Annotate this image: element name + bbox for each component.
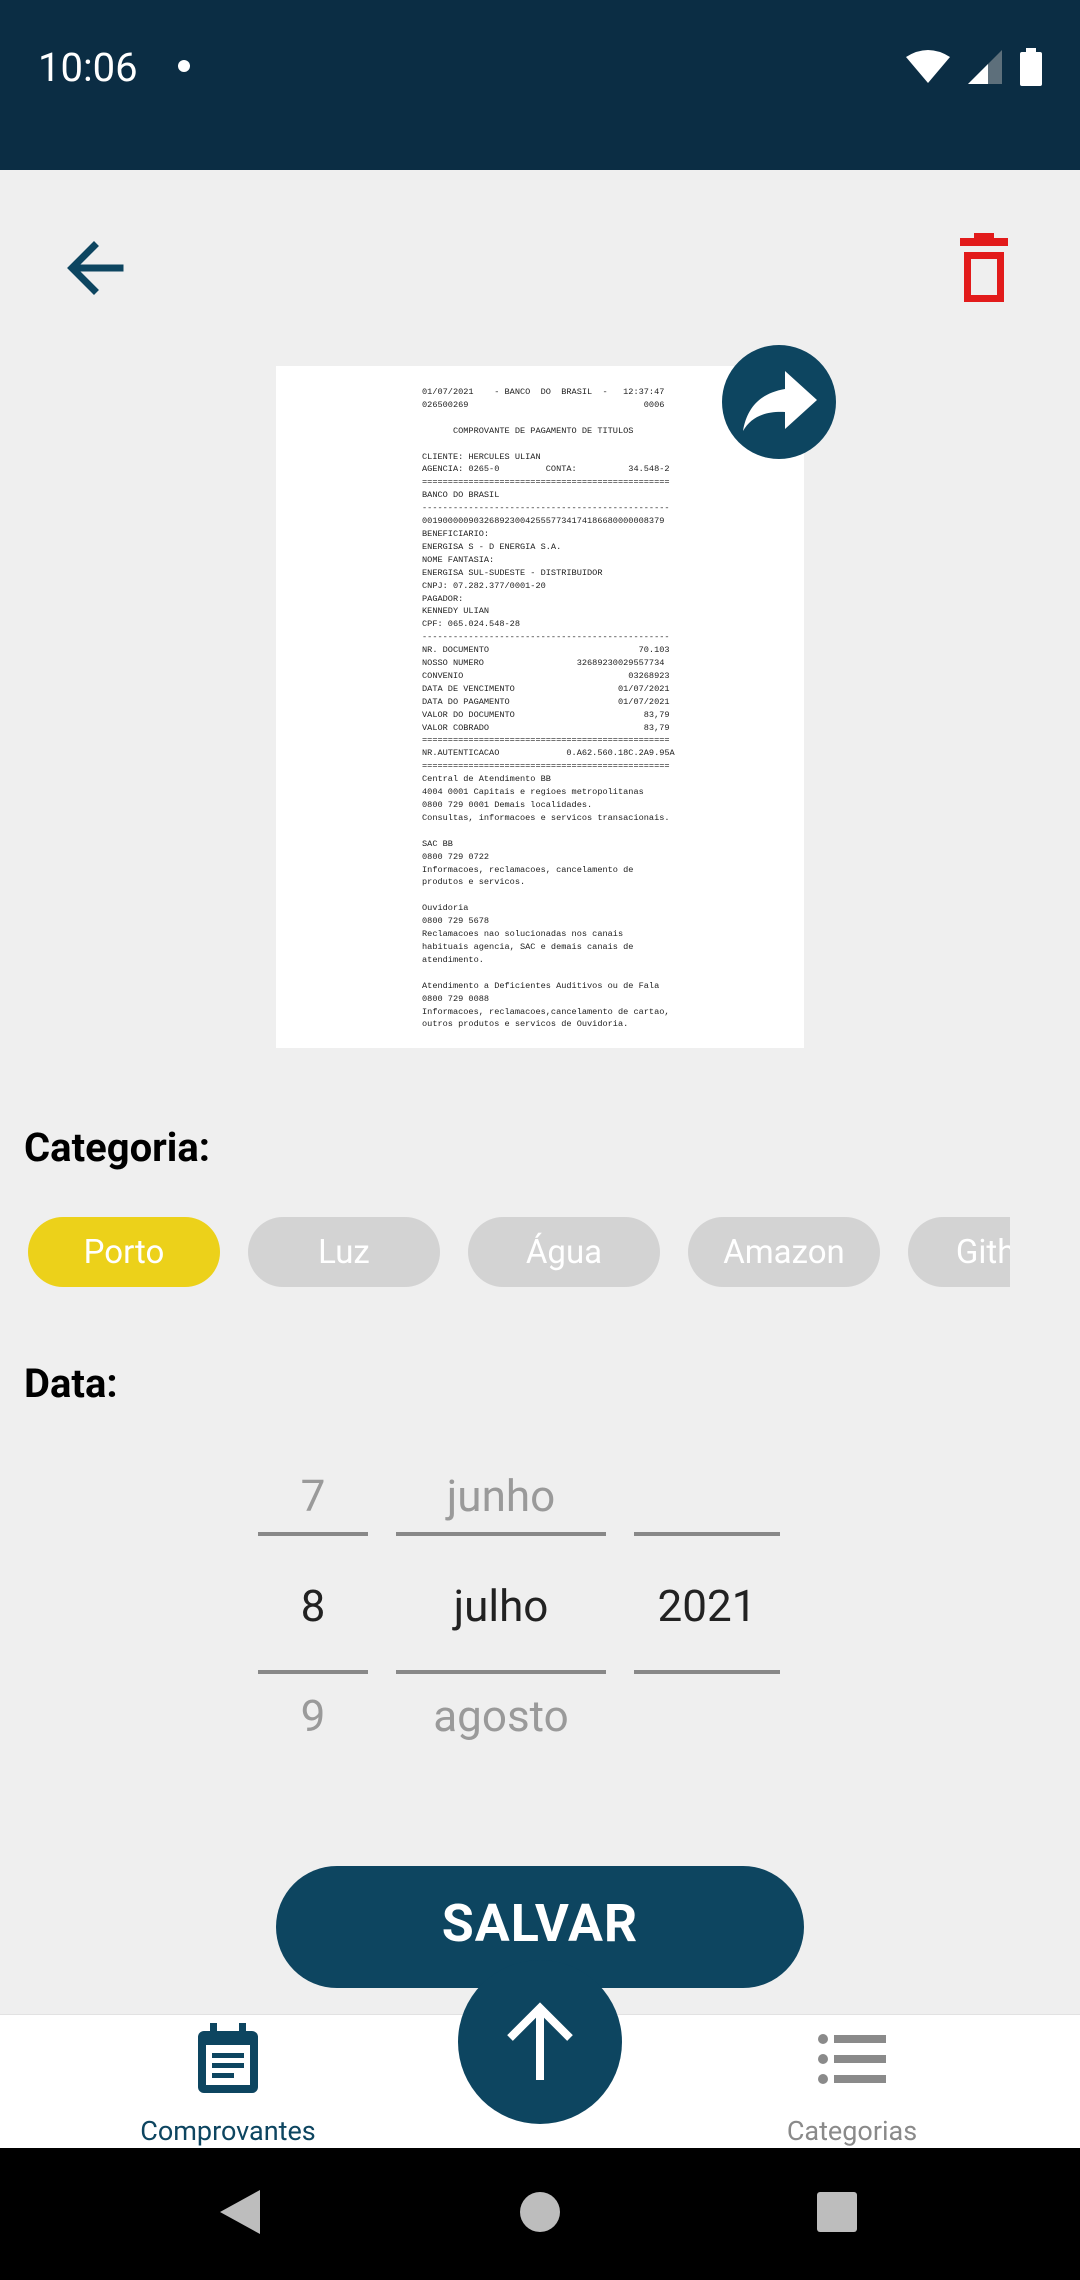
divider (258, 1532, 368, 1536)
share-button[interactable] (722, 345, 836, 459)
divider (634, 1670, 780, 1674)
receipt-image: 01/07/2021 - BANCO DO BRASIL - 12:37:47 … (276, 366, 804, 1048)
notification-dot-icon (178, 60, 190, 72)
system-nav-bar (0, 2148, 1080, 2280)
status-bar: 10:06 (0, 0, 1080, 170)
day-selected[interactable]: 8 (258, 1580, 368, 1632)
divider (258, 1670, 368, 1674)
wifi-icon (906, 50, 950, 83)
recents-nav-icon[interactable] (817, 2192, 857, 2232)
battery-icon (1020, 48, 1042, 86)
month-picker[interactable]: junho julho agosto (396, 1460, 606, 1742)
category-chip[interactable]: Água (468, 1217, 660, 1287)
year-picker[interactable]: 2021 (634, 1460, 780, 1740)
day-prev[interactable]: 7 (258, 1470, 368, 1522)
back-nav-icon[interactable] (218, 2188, 262, 2236)
arrow-left-icon (67, 241, 124, 295)
month-prev[interactable]: junho (396, 1470, 606, 1522)
receipt-icon (198, 2023, 258, 2093)
receipt-text: 01/07/2021 - BANCO DO BRASIL - 12:37:47 … (422, 387, 675, 1030)
divider (396, 1670, 606, 1674)
nav-item-categorias[interactable]: Categorias (702, 2015, 1002, 2149)
category-chips: Porto Luz Água Amazon Github (24, 1217, 1010, 1287)
nav-label-categorias: Categorias (786, 2115, 918, 2147)
year-selected[interactable]: 2021 (634, 1580, 780, 1632)
trash-icon (960, 233, 1008, 302)
delete-button[interactable] (946, 232, 1022, 308)
share-arrow-icon (743, 371, 817, 431)
category-chip[interactable]: Amazon (688, 1217, 880, 1287)
category-label: Categoria: (24, 1124, 211, 1171)
back-button[interactable] (60, 232, 132, 304)
status-icons (906, 48, 1042, 86)
month-next[interactable]: agosto (396, 1690, 606, 1742)
list-icon (818, 2034, 886, 2084)
home-nav-icon[interactable] (519, 2191, 561, 2233)
status-time: 10:06 (38, 44, 138, 91)
category-chip[interactable]: Luz (248, 1217, 440, 1287)
upload-button[interactable] (458, 1960, 622, 2124)
date-label: Data: (24, 1360, 118, 1407)
month-selected[interactable]: julho (396, 1580, 606, 1632)
divider (634, 1532, 780, 1536)
cell-signal-icon (968, 50, 1002, 84)
nav-label-comprovantes: Comprovantes (140, 2115, 316, 2147)
category-chip[interactable]: Github (908, 1217, 1010, 1287)
divider (396, 1532, 606, 1536)
nav-item-comprovantes[interactable]: Comprovantes (78, 2015, 378, 2149)
day-picker[interactable]: 7 8 9 (258, 1460, 368, 1742)
category-chip[interactable]: Porto (28, 1217, 220, 1287)
day-next[interactable]: 9 (258, 1690, 368, 1742)
arrow-up-icon (507, 2002, 573, 2080)
